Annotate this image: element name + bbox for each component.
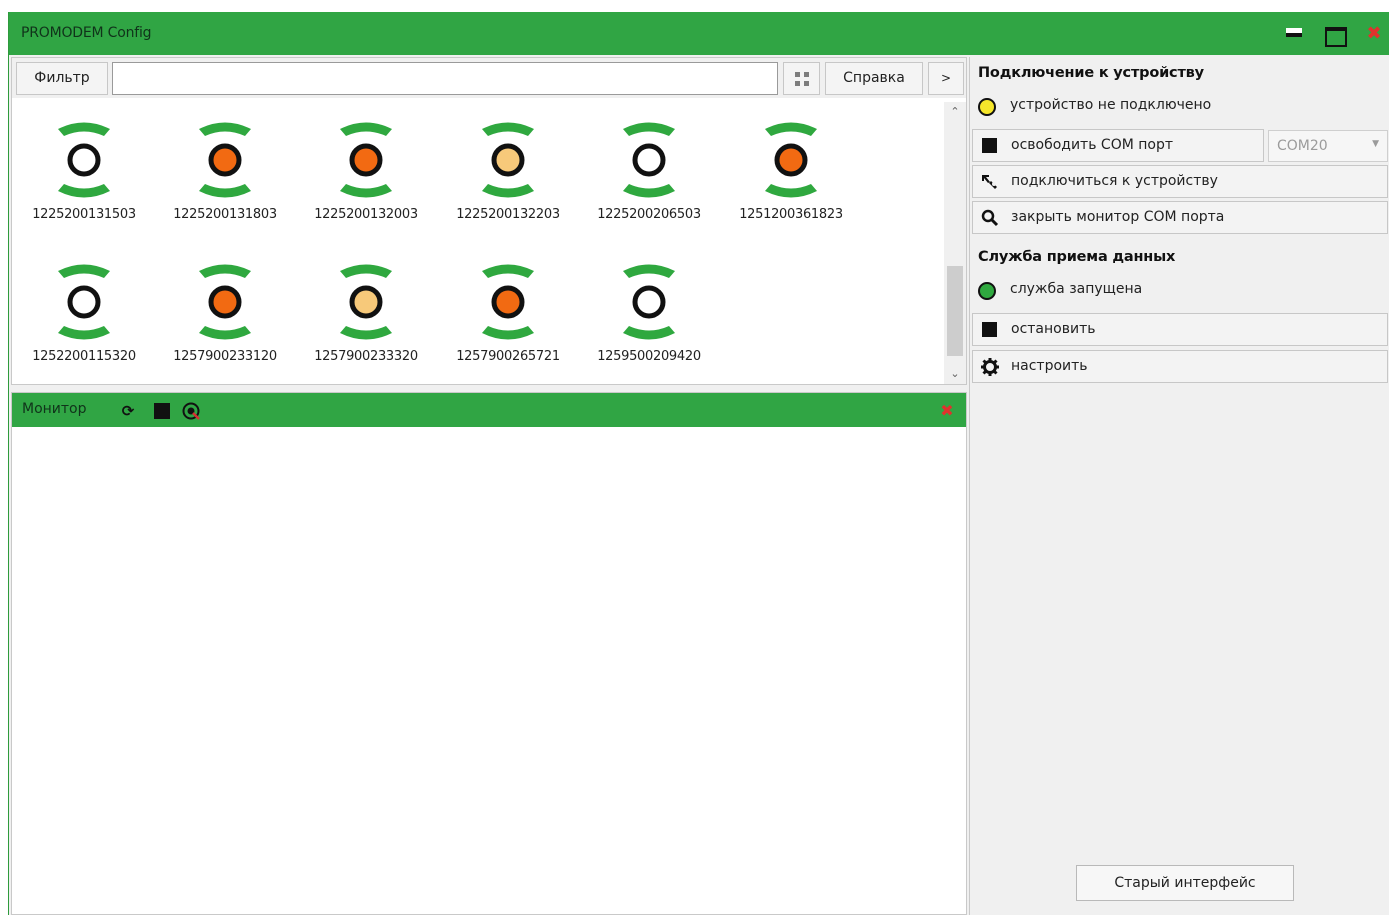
plug-connect-icon [981, 173, 999, 191]
device-item[interactable]: 1251200361823 [726, 100, 856, 222]
stop-service-button[interactable]: остановить [972, 313, 1388, 346]
modem-icon [58, 264, 110, 340]
gear-icon [981, 358, 999, 376]
modem-icon [623, 264, 675, 340]
device-scrollbar[interactable]: ⌃ ⌄ [944, 102, 966, 384]
scroll-thumb[interactable] [947, 266, 963, 356]
help-button[interactable]: Справка [825, 62, 923, 95]
monitor-title: Монитор [22, 401, 87, 417]
device-label: 1259500209420 [597, 349, 701, 364]
stop-icon[interactable] [153, 402, 171, 420]
device-item[interactable]: 1225200206503 [584, 100, 714, 222]
magnifier-icon [981, 209, 999, 227]
device-label: 1257900265721 [456, 349, 560, 364]
close-monitor-icon[interactable]: ✖ [938, 402, 956, 420]
app-window: PROMODEM Config ✖ Фильтр Справка > 12252… [8, 12, 1389, 915]
modem-icon [199, 264, 251, 340]
device-item[interactable]: 1225200132003 [301, 100, 431, 222]
service-title: Служба приема данных [978, 249, 1176, 265]
device-label: 1251200361823 [739, 207, 843, 222]
side-panel: Подключение к устройству устройство не п… [969, 57, 1389, 915]
close-window-button[interactable]: ✖ [1364, 24, 1384, 44]
scroll-up-icon[interactable]: ⌃ [944, 104, 966, 120]
scroll-down-icon[interactable]: ⌄ [944, 366, 966, 382]
device-label: 1225200206503 [597, 207, 701, 222]
refresh-icon[interactable]: ⟳ [119, 402, 137, 420]
stop-square-icon [981, 321, 999, 339]
device-label: 1225200131503 [32, 207, 136, 222]
monitor-panel: Монитор ⟳ ✖ [11, 392, 967, 915]
old-interface-button[interactable]: Старый интерфейс [1076, 865, 1294, 901]
modem-icon [623, 122, 675, 198]
status-yellow-icon [978, 98, 996, 116]
configure-service-button[interactable]: настроить [972, 350, 1388, 383]
device-grid: 1225200131503 1225200131803 122520013200… [12, 100, 942, 384]
connect-device-button[interactable]: подключиться к устройству [972, 165, 1388, 198]
chevron-down-icon: ▼ [1372, 139, 1379, 149]
device-item[interactable]: 1257900233120 [160, 242, 290, 364]
device-item[interactable]: 1225200131803 [160, 100, 290, 222]
device-item[interactable]: 1225200131503 [19, 100, 149, 222]
device-item[interactable]: 1259500209420 [584, 242, 714, 364]
modem-icon [340, 264, 392, 340]
filter-input[interactable] [112, 62, 778, 95]
view-toggle-button[interactable] [783, 62, 820, 95]
modem-icon [340, 122, 392, 198]
device-label: 1252200115320 [32, 349, 136, 364]
monitor-view-icon[interactable] [182, 402, 200, 420]
release-port-button[interactable]: освободить COM порт [972, 129, 1264, 162]
grid-view-icon [795, 72, 810, 87]
device-toolbar: Фильтр Справка > [12, 58, 966, 98]
device-label: 1225200132003 [314, 207, 418, 222]
com-port-select[interactable]: COM20 ▼ [1268, 130, 1388, 162]
stop-square-icon [981, 137, 999, 155]
modem-icon [482, 122, 534, 198]
window-title: PROMODEM Config [21, 25, 152, 41]
maximize-button[interactable] [1324, 24, 1347, 47]
device-label: 1257900233320 [314, 349, 418, 364]
modem-icon [765, 122, 817, 198]
device-label: 1225200132203 [456, 207, 560, 222]
device-item[interactable]: 1257900265721 [443, 242, 573, 364]
device-panel: Фильтр Справка > 1225200131503 122520013… [11, 57, 967, 385]
monitor-header: Монитор ⟳ ✖ [12, 393, 966, 427]
connection-title: Подключение к устройству [978, 65, 1204, 81]
device-item[interactable]: 1257900233320 [301, 242, 431, 364]
title-bar: PROMODEM Config ✖ [9, 12, 1389, 55]
device-item[interactable]: 1225200132203 [443, 100, 573, 222]
modem-icon [482, 264, 534, 340]
modem-icon [199, 122, 251, 198]
device-label: 1225200131803 [173, 207, 277, 222]
next-button[interactable]: > [928, 62, 964, 95]
filter-button[interactable]: Фильтр [16, 62, 108, 95]
status-green-icon [978, 282, 996, 300]
device-label: 1257900233120 [173, 349, 277, 364]
modem-icon [58, 122, 110, 198]
minimize-button[interactable] [1284, 24, 1304, 44]
close-monitor-button[interactable]: закрыть монитор COM порта [972, 201, 1388, 234]
device-item[interactable]: 1252200115320 [19, 242, 149, 364]
